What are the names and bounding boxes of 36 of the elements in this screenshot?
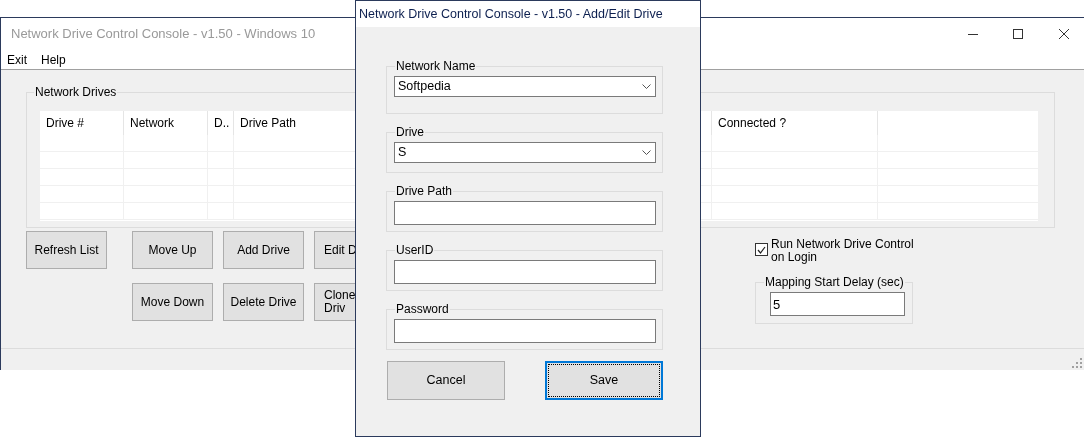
group-label: Network Drives: [34, 85, 118, 99]
group-label: Password: [395, 302, 450, 316]
group-label: UserID: [395, 243, 435, 257]
group-label: Network Name: [395, 59, 477, 73]
column-header[interactable]: Network: [124, 111, 208, 135]
button[interactable]: Cancel: [387, 361, 505, 400]
close-icon[interactable]: [1058, 28, 1070, 40]
dropdown[interactable]: Softpedia: [394, 76, 656, 97]
button[interactable]: Add Drive: [223, 231, 304, 269]
button[interactable]: Refresh List: [26, 231, 107, 269]
button[interactable]: Move Up: [132, 231, 213, 269]
checkmark-icon: [757, 245, 766, 254]
checkbox[interactable]: [755, 243, 768, 256]
button[interactable]: Move Down: [132, 283, 213, 321]
group-label: Drive Path: [395, 184, 454, 198]
menu-item[interactable]: Exit: [7, 50, 27, 69]
dropdown[interactable]: S: [394, 142, 656, 163]
menu-item[interactable]: Help: [41, 50, 66, 69]
input-field[interactable]: [394, 319, 656, 343]
maximize-icon[interactable]: [1012, 28, 1024, 40]
column-header[interactable]: D..: [208, 111, 234, 135]
window-title: Network Drive Control Console - v1.50 - Windows 10: [11, 25, 316, 44]
chevron-down-icon: [642, 149, 651, 156]
input-field[interactable]: 5: [770, 292, 905, 316]
input-field[interactable]: [394, 260, 656, 284]
button[interactable]: Save: [545, 361, 663, 400]
column-header[interactable]: Drive #: [40, 111, 124, 135]
group-label: Drive: [395, 125, 425, 139]
group-label: Mapping Start Delay (sec): [764, 275, 905, 289]
dialog-title: Network Drive Control Console - v1.50 - Add/Edit Drive: [359, 5, 663, 23]
input-field[interactable]: [394, 201, 656, 225]
resize-grip-icon[interactable]: [1072, 358, 1082, 368]
checkbox-label[interactable]: Run Network Drive Control on Login: [771, 238, 921, 264]
chevron-down-icon: [642, 83, 651, 90]
button[interactable]: Delete Drive: [223, 283, 304, 321]
column-header[interactable]: Connected ?: [712, 111, 878, 135]
